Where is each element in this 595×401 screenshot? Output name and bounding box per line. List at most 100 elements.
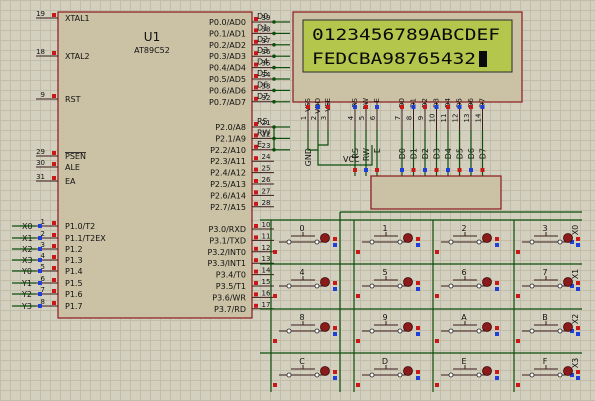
pin-state-marker bbox=[495, 243, 499, 247]
mcu-pin-name: PSEN bbox=[65, 152, 86, 161]
mcu-pin-name: P3.4/T0 bbox=[216, 271, 246, 280]
lcd-pin-number: 2 bbox=[310, 116, 318, 120]
pin-state-marker bbox=[333, 243, 337, 247]
lcd-pin-number: 6 bbox=[369, 115, 377, 120]
switch-actuator[interactable] bbox=[563, 322, 573, 332]
switch-terminal bbox=[476, 283, 482, 289]
mcu-pin-number: 24 bbox=[262, 153, 271, 161]
keypad-key[interactable]: 8 bbox=[273, 313, 337, 343]
keypad-key[interactable]: A bbox=[435, 313, 499, 343]
lcd-pin-name: E bbox=[373, 98, 381, 102]
pin-state-marker bbox=[411, 105, 416, 109]
mcu-pin-name: P3.7/RD bbox=[214, 305, 246, 314]
pin-state-marker bbox=[333, 376, 337, 380]
pin-state-marker bbox=[326, 105, 330, 109]
switch-actuator[interactable] bbox=[403, 366, 413, 376]
keypad-key[interactable]: 5 bbox=[356, 268, 420, 298]
mcu-pin-name: P2.0/A8 bbox=[215, 123, 246, 132]
pin-state-marker bbox=[52, 51, 56, 55]
switch-terminal bbox=[314, 328, 320, 334]
lcd-pin-number: 9 bbox=[417, 116, 425, 120]
pin-state-marker bbox=[254, 224, 258, 228]
pin-state-marker bbox=[364, 105, 368, 109]
switch-actuator[interactable] bbox=[563, 233, 573, 243]
mcu-pin-name: P1.1/T2EX bbox=[65, 234, 106, 243]
switch-terminal bbox=[557, 283, 563, 289]
switch-actuator[interactable] bbox=[320, 322, 330, 332]
switch-actuator[interactable] bbox=[320, 366, 330, 376]
switch-terminal bbox=[397, 283, 403, 289]
mcu-pin-number: 30 bbox=[36, 159, 45, 167]
switch-terminal bbox=[286, 372, 292, 378]
pin-state-marker bbox=[576, 287, 580, 291]
keypad-key[interactable]: 4 bbox=[273, 268, 337, 298]
switch-terminal bbox=[529, 239, 535, 245]
pin-state-marker bbox=[480, 105, 485, 109]
mcu-u1[interactable]: U1 AT89C52 19 XTAL1 18 XTAL2 9 RST 29 PSEN 30 ALE… bbox=[12, 10, 290, 319]
mcu-pin-number: 31 bbox=[36, 173, 45, 181]
switch-actuator[interactable] bbox=[403, 322, 413, 332]
pin-state-marker bbox=[254, 281, 258, 285]
keypad-key[interactable]: C bbox=[273, 357, 337, 387]
switch-terminal bbox=[448, 372, 454, 378]
pin-state-marker bbox=[52, 151, 56, 155]
mcu-pin-name: ALE bbox=[65, 163, 80, 172]
keypad-row-net: X1 bbox=[571, 269, 580, 280]
keypad-key[interactable]: 6 bbox=[435, 268, 499, 298]
junction bbox=[272, 65, 276, 70]
switch-actuator[interactable] bbox=[320, 233, 330, 243]
mcu-pin-name: P3.6/WR bbox=[212, 293, 246, 302]
switch-actuator[interactable] bbox=[403, 233, 413, 243]
key-label: 9 bbox=[382, 313, 387, 322]
switch-actuator[interactable] bbox=[482, 322, 492, 332]
keypad-key[interactable]: E bbox=[435, 357, 499, 387]
pin-state-marker bbox=[333, 326, 337, 330]
net-label: RS bbox=[257, 117, 268, 126]
pin-state-marker bbox=[254, 190, 258, 195]
lcd-pin-number: 7 bbox=[394, 116, 402, 120]
pin-state-marker bbox=[254, 156, 258, 161]
switch-terminal bbox=[286, 328, 292, 334]
mcu-pin-name: P1.0/T2 bbox=[65, 222, 95, 231]
keypad-key[interactable]: 1 bbox=[356, 224, 420, 254]
switch-actuator[interactable] bbox=[403, 277, 413, 287]
keypad-key[interactable]: 0 bbox=[273, 224, 337, 254]
pin-state-marker bbox=[52, 255, 56, 259]
switch-actuator[interactable] bbox=[482, 233, 492, 243]
switch-actuator[interactable] bbox=[482, 277, 492, 287]
switch-actuator[interactable] bbox=[563, 366, 573, 376]
lcd-module[interactable]: 0123456789ABCDEF FEDCBA98765432 VSS 1 GND V… bbox=[292, 11, 523, 176]
junction bbox=[272, 88, 276, 93]
pin-state-marker bbox=[38, 258, 42, 262]
key-label: 8 bbox=[299, 313, 304, 322]
mcu-pin-name: P1.5 bbox=[65, 279, 83, 288]
lcd-pin-number: 13 bbox=[463, 114, 471, 123]
data-bus-connector[interactable] bbox=[370, 175, 502, 210]
lcd-pin-name: VEE bbox=[324, 98, 332, 112]
keypad-key[interactable]: 9 bbox=[356, 313, 420, 343]
schematic-canvas: U1 AT89C52 19 XTAL118 XTAL29 RST29 PSEN30 ALE… bbox=[12, 10, 582, 392]
mcu-pin-number: 19 bbox=[36, 10, 45, 18]
pin-state-marker bbox=[416, 243, 420, 247]
pin-state-marker bbox=[576, 332, 580, 336]
net-label: D5 bbox=[257, 69, 268, 78]
pin-state-marker bbox=[495, 287, 499, 291]
pin-state-marker bbox=[273, 294, 277, 298]
switch-terminal bbox=[448, 239, 454, 245]
switch-actuator[interactable] bbox=[482, 366, 492, 376]
key-label: 5 bbox=[382, 268, 387, 277]
pin-state-marker bbox=[435, 383, 439, 387]
pin-state-marker bbox=[446, 168, 450, 172]
mcu-pin-name: P2.3/A11 bbox=[210, 157, 246, 166]
pin-state-marker bbox=[435, 294, 439, 298]
pin-state-marker bbox=[457, 168, 462, 172]
mcu-pin-number: 14 bbox=[262, 267, 271, 275]
switch-terminal bbox=[476, 372, 482, 378]
switch-terminal bbox=[557, 239, 563, 245]
keypad-key[interactable]: 2 bbox=[435, 224, 499, 254]
mcu-pin-number: 18 bbox=[36, 48, 45, 56]
switch-actuator[interactable] bbox=[563, 277, 573, 287]
pin-state-marker bbox=[254, 201, 258, 206]
keypad-key[interactable]: D bbox=[356, 357, 420, 387]
switch-actuator[interactable] bbox=[320, 277, 330, 287]
